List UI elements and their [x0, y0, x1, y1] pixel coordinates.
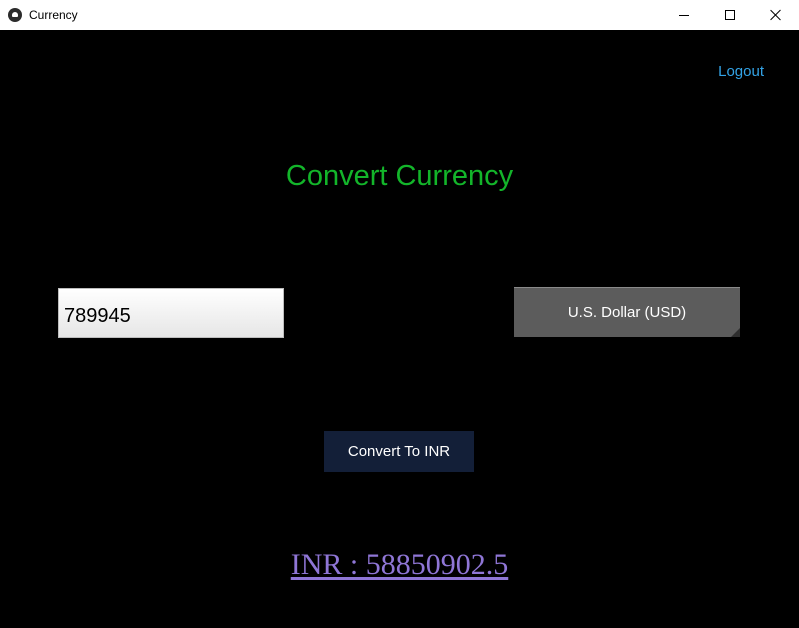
currency-dropdown-label: U.S. Dollar (USD): [567, 304, 687, 321]
maximize-icon: [725, 10, 735, 20]
minimize-icon: [679, 14, 689, 16]
title-bar: Currency: [0, 0, 799, 30]
amount-input[interactable]: [58, 288, 284, 338]
minimize-button[interactable]: [661, 0, 707, 30]
page-title: Convert Currency: [285, 160, 514, 192]
close-icon: [770, 9, 782, 21]
currency-dropdown[interactable]: U.S. Dollar (USD): [514, 287, 740, 337]
maximize-button[interactable]: [707, 0, 753, 30]
kivy-logo-icon: [8, 8, 22, 22]
result-link[interactable]: INR : 58850902.5: [0, 548, 799, 582]
dropdown-corner-icon: [731, 328, 740, 337]
window-title: Currency: [29, 8, 78, 22]
app-window: Currency Logout Convert Currency U.S. Do…: [0, 0, 799, 628]
convert-button[interactable]: Convert To INR: [324, 431, 474, 472]
logout-link[interactable]: Logout: [718, 63, 764, 80]
close-button[interactable]: [753, 0, 799, 30]
window-controls: [661, 0, 799, 30]
